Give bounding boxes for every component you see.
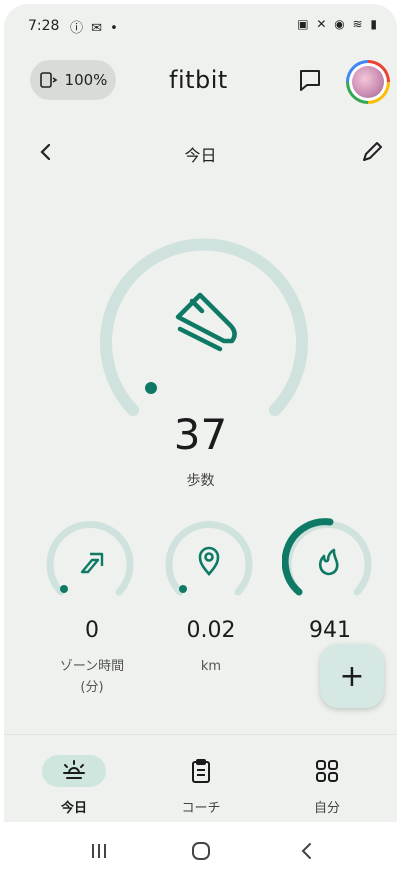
message-icon[interactable] [296, 66, 324, 94]
nav-me[interactable]: 自分 [267, 755, 387, 816]
system-back-icon[interactable] [292, 836, 322, 866]
battery-percentage: 100% [64, 71, 108, 89]
shoe-icon [175, 292, 237, 352]
page-title: 今日 [184, 146, 217, 165]
calories-value: 941 [309, 618, 351, 643]
clipboard-icon [192, 759, 210, 783]
status-bar: 7:28 ⓘ ✉ • ▣ ✕ ◉ ≋ ▮ [4, 4, 397, 48]
recent-apps-icon[interactable] [84, 836, 114, 866]
status-time: 7:28 [28, 18, 60, 34]
flame-icon [318, 548, 339, 576]
sunrise-icon [63, 760, 85, 779]
location-pin-icon [198, 546, 220, 576]
nav-today-label: 今日 [60, 801, 87, 816]
zone-minutes-icon [80, 552, 104, 574]
system-status-icons: ▣ ✕ ◉ ≋ ▮ [297, 17, 379, 31]
zone-minutes-value: 0 [85, 618, 99, 643]
steps-label: 歩数 [186, 473, 215, 489]
nav-coach[interactable]: コーチ [141, 755, 261, 816]
zone-minutes-unit: (分) [80, 680, 104, 695]
nav-today[interactable]: 今日 [14, 755, 134, 816]
watch-battery-icon [39, 72, 57, 88]
app-screen: 7:28 ⓘ ✉ • ▣ ✕ ◉ ≋ ▮ 100% fitbit 今日 37 歩… [4, 4, 397, 880]
add-button[interactable]: + [320, 644, 384, 708]
home-icon[interactable] [186, 836, 216, 866]
avatar[interactable] [346, 60, 390, 104]
steps-value: 37 [173, 410, 228, 459]
fitbit-logo: fitbit [169, 66, 228, 94]
device-battery-button[interactable]: 100% [30, 60, 116, 100]
profile-photo [352, 66, 384, 98]
notification-icons: ⓘ ✉ • [70, 21, 120, 36]
distance-ring[interactable] [163, 516, 255, 608]
zone-minutes-label: ゾーン時間 (分) [59, 659, 125, 695]
bottom-navigation: 今日 コーチ 自分 [4, 734, 397, 823]
distance-value: 0.02 [186, 618, 236, 643]
system-navigation-bar [4, 822, 397, 880]
grid-icon [316, 760, 338, 782]
zone-minutes-ring[interactable] [44, 516, 136, 608]
distance-unit: km [200, 659, 222, 674]
nav-coach-label: コーチ [181, 801, 221, 816]
nav-me-label: 自分 [313, 801, 340, 816]
calories-ring[interactable] [282, 516, 374, 608]
edit-pencil-icon[interactable] [358, 138, 386, 166]
